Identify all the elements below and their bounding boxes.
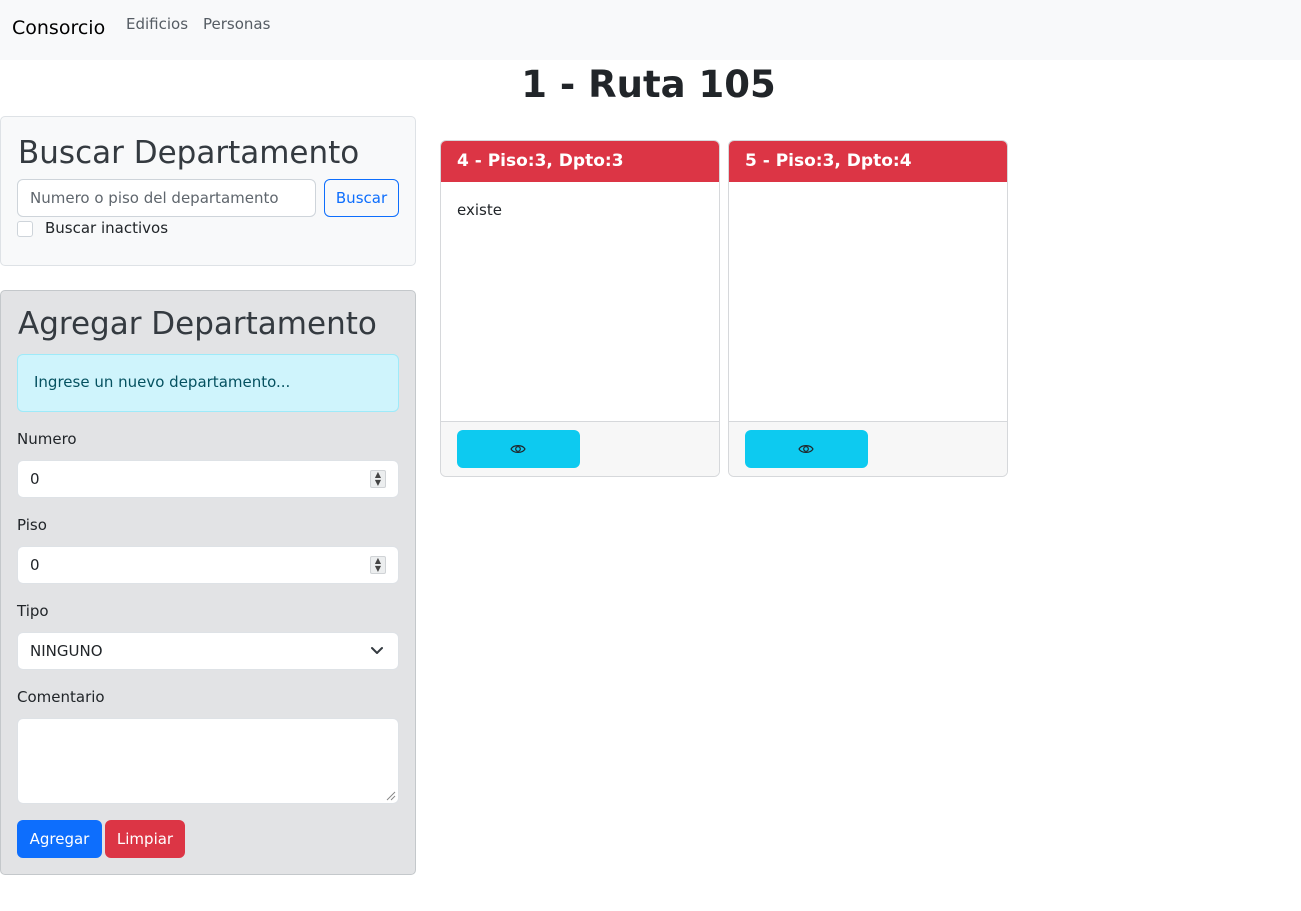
card-title: 5 - Piso:3, Dpto:4 (729, 141, 1007, 182)
search-input[interactable] (17, 179, 316, 217)
eye-icon (510, 445, 526, 453)
brand-link[interactable]: Consorcio (12, 17, 105, 39)
card-comment: existe (457, 201, 502, 219)
tipo-select[interactable]: NINGUNO (17, 632, 399, 670)
card-footer (729, 421, 1007, 476)
clear-button[interactable]: Limpiar (105, 820, 185, 858)
piso-spinner[interactable]: ▲ ▼ (370, 556, 386, 574)
add-button[interactable]: Agregar (17, 820, 102, 858)
tipo-value: NINGUNO (30, 642, 103, 660)
add-heading: Agregar Departamento (18, 306, 377, 342)
inactive-checkbox-label[interactable]: Buscar inactivos (45, 219, 168, 237)
search-button[interactable]: Buscar (324, 179, 399, 217)
comentario-textarea[interactable] (17, 718, 399, 804)
nav-link-edificios[interactable]: Edificios (126, 15, 188, 33)
numero-label: Numero (17, 430, 77, 448)
inactive-checkbox[interactable] (17, 221, 33, 237)
info-alert: Ingrese un nuevo departamento... (17, 354, 399, 412)
chevron-down-icon (371, 647, 383, 654)
nav-link-personas[interactable]: Personas (203, 15, 270, 33)
card-title: 4 - Piso:3, Dpto:3 (441, 141, 719, 182)
page-title: 1 - Ruta 105 (521, 63, 776, 106)
piso-label: Piso (17, 516, 47, 534)
department-card: 4 - Piso:3, Dpto:3 existe (440, 140, 720, 477)
card-footer (441, 421, 719, 476)
piso-input[interactable]: 0 ▲ ▼ (17, 546, 399, 584)
piso-value: 0 (30, 556, 40, 574)
numero-value: 0 (30, 470, 40, 488)
search-heading: Buscar Departamento (18, 135, 360, 171)
department-card: 5 - Piso:3, Dpto:4 (728, 140, 1008, 477)
top-navbar: Consorcio Edificios Personas (0, 0, 1301, 60)
tipo-label: Tipo (17, 602, 49, 620)
view-department-button[interactable] (745, 430, 868, 468)
eye-icon (798, 445, 814, 453)
view-department-button[interactable] (457, 430, 580, 468)
numero-spinner[interactable]: ▲ ▼ (370, 470, 386, 488)
resize-handle-icon[interactable] (386, 791, 396, 801)
numero-input[interactable]: 0 ▲ ▼ (17, 460, 399, 498)
comentario-label: Comentario (17, 688, 105, 706)
